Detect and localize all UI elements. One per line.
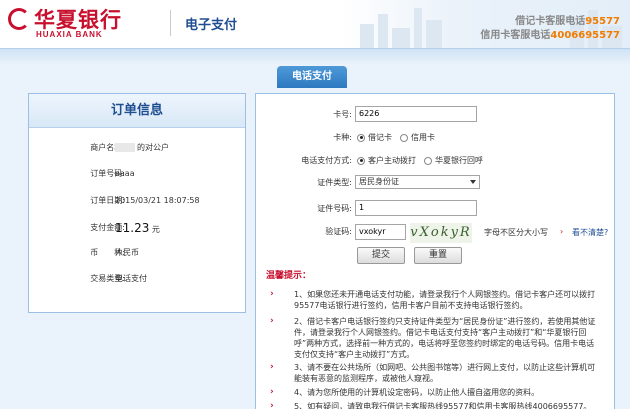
order-amount-unit: 元 (151, 225, 160, 234)
payment-method-label: 电话支付方式: (301, 156, 352, 165)
order-row-amount: 支付金额: 11.23 元 (29, 218, 247, 238)
captcha-image[interactable]: vXokyR (410, 223, 472, 243)
order-row-currency: 币 种: 人民币 (29, 243, 247, 263)
id-number-row: 证件号码: 1 (256, 200, 616, 218)
captcha-input[interactable]: vxokyr (355, 224, 406, 240)
captcha-refresh-icon: › (560, 227, 564, 236)
card-type-row: 卡种: 借记卡 信用卡 (256, 129, 616, 147)
hotline-debit-number: 95577 (585, 16, 620, 27)
card-number-row: 卡号: 6226 (256, 106, 616, 124)
order-amount: 11.23 (115, 221, 150, 235)
tips-title: 温馨提示： (266, 271, 312, 281)
id-type-select[interactable]: 居民身份证 (355, 175, 480, 189)
chevron-right-icon: › (270, 401, 274, 409)
radio-selected[interactable] (357, 156, 365, 165)
method-customer-call-option[interactable]: 客户主动拨打 (357, 152, 416, 170)
submit-button[interactable]: 提交 (357, 247, 405, 264)
order-info-title: 订单信息 (29, 94, 245, 128)
page-title: 电子支付 (185, 18, 238, 33)
hotline-credit-number: 4006695577 (550, 30, 620, 41)
payment-form-panel: 卡号: 6226 卡种: 借记卡 信用卡 电话支付方式: 客户主动拨打 华夏银行… (255, 93, 615, 409)
chevron-right-icon: › (270, 316, 274, 326)
card-number-label: 卡号: (333, 110, 352, 119)
header-bar (0, 48, 630, 64)
hotline-credit-label: 信用卡客服电话 (480, 30, 551, 41)
chevron-right-icon: › (270, 289, 274, 299)
order-row-number: 订单号码: aaaa (29, 164, 247, 184)
radio-unselected[interactable] (424, 156, 432, 165)
order-value: 的对公户 (137, 143, 169, 152)
hotline-info: 借记卡客服电话95577 信用卡客服电话4006695577 (480, 15, 620, 43)
order-value: aaaa (115, 169, 135, 178)
reset-button[interactable]: 重置 (414, 247, 462, 264)
hotline-debit-label: 借记卡客服电话 (515, 16, 586, 27)
id-type-selected-value: 居民身份证 (359, 177, 399, 186)
id-number-label: 证件号码: (317, 204, 352, 213)
payment-method-row: 电话支付方式: 客户主动拨打 华夏银行回呼 (256, 152, 616, 170)
method-bank-callback-option[interactable]: 华夏银行回呼 (424, 152, 483, 170)
dropdown-arrow-icon (470, 180, 476, 184)
chevron-right-icon: › (270, 362, 274, 372)
order-row-date: 订单日期: 2015/03/21 18:07:58 (29, 191, 247, 211)
header-divider (170, 10, 171, 36)
tab-phone-payment[interactable]: 电话支付 (277, 66, 347, 88)
id-type-label: 证件类型: (317, 178, 352, 187)
card-type-credit-option[interactable]: 信用卡 (400, 129, 435, 147)
bank-logo-icon (8, 8, 30, 30)
masked-text (115, 143, 135, 152)
order-row-type: 交易类型: 电话支付 (29, 269, 247, 289)
order-value: 人民币 (115, 248, 139, 257)
chevron-right-icon: › (270, 387, 274, 397)
card-type-debit-option[interactable]: 借记卡 (357, 129, 392, 147)
captcha-hint: 字母不区分大小写 (484, 228, 548, 237)
bank-name-en: HUAXIA BANK (36, 30, 103, 39)
captcha-refresh-link[interactable]: 看不清楚? (572, 224, 608, 242)
header: 华夏银行 HUAXIA BANK 电子支付 借记卡客服电话95577 信用卡客服… (0, 0, 630, 48)
order-info-panel: 订单信息 商户名称: 的对公户 订单号码: aaaa 订单日期: 2015/03… (28, 93, 246, 313)
captcha-label: 验证码: (325, 227, 352, 236)
id-type-row: 证件类型: 居民身份证 (256, 174, 616, 192)
radio-selected[interactable] (357, 133, 365, 142)
card-type-label: 卡种: (333, 133, 352, 142)
captcha-row: 验证码: vxokyr vXokyR 字母不区分大小写 › 看不清楚? (256, 223, 616, 243)
order-value: 电话支付 (115, 274, 147, 283)
order-row-merchant: 商户名称: 的对公户 (29, 138, 247, 158)
card-number-input[interactable]: 6226 (355, 106, 477, 122)
order-value: 2015/03/21 18:07:58 (115, 196, 200, 205)
id-number-input[interactable]: 1 (355, 200, 477, 216)
radio-unselected[interactable] (400, 133, 408, 142)
